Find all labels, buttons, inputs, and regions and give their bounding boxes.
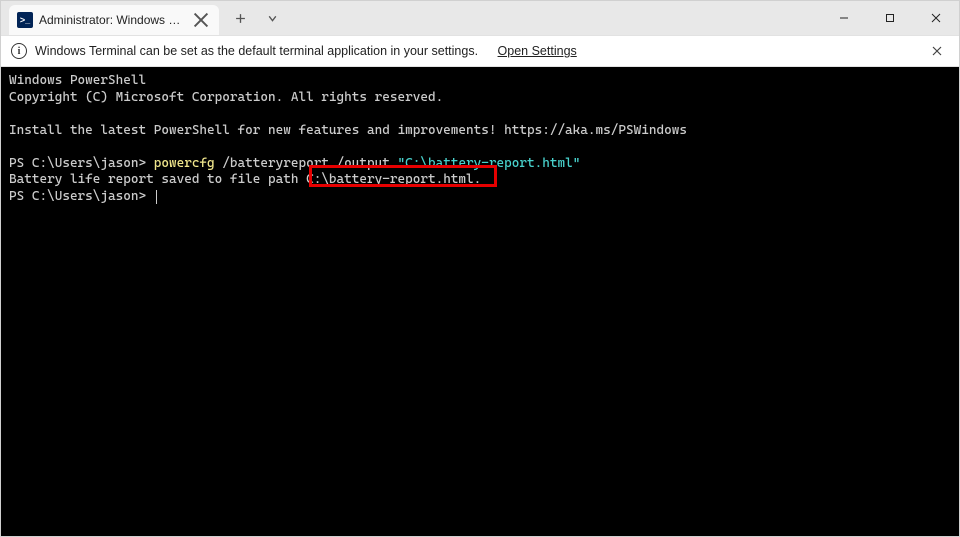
cursor [156,190,157,204]
open-settings-link[interactable]: Open Settings [498,44,577,58]
command-name: powercfg [154,156,223,171]
term-line [9,139,17,154]
window-controls [821,1,959,35]
powershell-icon: >_ [17,12,33,28]
new-tab-button[interactable] [225,3,255,33]
terminal-window: >_ Administrator: Windows PowerS [0,0,960,537]
info-bar: i Windows Terminal can be set as the def… [1,35,959,67]
output-path: C:\battery-report.html. [306,172,481,187]
command-args: /batteryreport /output [222,156,397,171]
term-line: Install the latest PowerShell for new fe… [9,123,687,138]
info-message: Windows Terminal can be set as the defau… [35,44,478,58]
maximize-button[interactable] [867,1,913,35]
tab-title: Administrator: Windows PowerS [39,13,187,27]
terminal-body[interactable]: Windows PowerShell Copyright (C) Microso… [1,67,959,536]
term-line [9,106,17,121]
tab-powershell[interactable]: >_ Administrator: Windows PowerS [9,5,219,35]
tab-close-button[interactable] [193,12,209,28]
tab-actions [225,1,287,35]
info-icon: i [11,43,27,59]
info-dismiss-button[interactable] [925,39,949,63]
term-line: Windows PowerShell [9,73,146,88]
tab-dropdown-button[interactable] [257,3,287,33]
titlebar: >_ Administrator: Windows PowerS [1,1,959,35]
prompt: PS C:\Users\jason> [9,189,154,204]
close-window-button[interactable] [913,1,959,35]
minimize-button[interactable] [821,1,867,35]
term-line: Copyright (C) Microsoft Corporation. All… [9,90,443,105]
prompt: PS C:\Users\jason> [9,156,154,171]
output-text: Battery life report saved to file path [9,172,306,187]
command-string: "C:\battery-report.html" [398,156,581,171]
